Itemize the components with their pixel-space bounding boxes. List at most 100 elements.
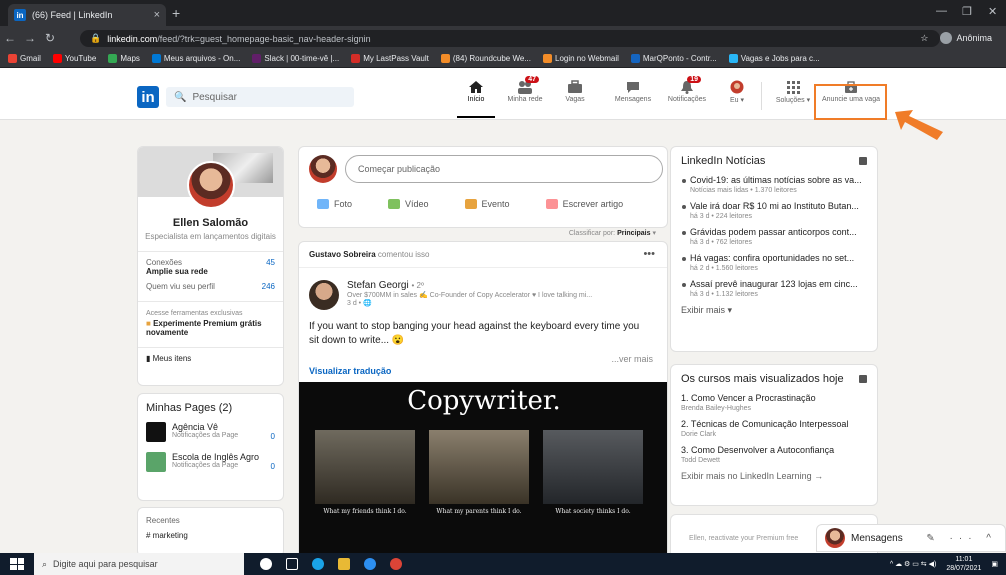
course-item[interactable]: 2. Técnicas de Comunicação Interpessoal D… xyxy=(681,419,867,438)
chrome-icon[interactable] xyxy=(390,558,402,570)
close-window-icon[interactable]: ✕ xyxy=(988,5,997,18)
bookmark-webmail[interactable]: Login no Webmail xyxy=(543,54,619,63)
search-input[interactable]: 🔍 Pesquisar xyxy=(166,87,354,107)
file-explorer-icon[interactable] xyxy=(338,558,350,570)
premium-promo[interactable]: Acesse ferramentas exclusivas ■ Experime… xyxy=(138,310,283,337)
star-icon[interactable]: ☆ xyxy=(920,33,928,44)
url-field[interactable]: 🔒 linkedin.com /feed/?trk=guest_homepage… xyxy=(80,30,940,47)
commenter-name[interactable]: Gustavo Sobreira xyxy=(309,250,376,259)
network-badge: 47 xyxy=(525,76,539,83)
linkedin-logo-icon[interactable]: in xyxy=(137,86,159,108)
my-items-link[interactable]: ▮ Meus itens xyxy=(138,348,283,369)
page-notification-count: 0 xyxy=(270,462,275,471)
settings-icon[interactable] xyxy=(364,558,376,570)
messaging-panel[interactable]: Mensagens ✎ ··· ^ xyxy=(816,524,1006,552)
write-article-button[interactable]: Escrever artigo xyxy=(545,199,623,209)
windows-start-icon[interactable] xyxy=(10,558,24,570)
taskbar-search-input[interactable]: ⌕ Digite aqui para pesquisar xyxy=(34,553,244,575)
bookmark-gmail[interactable]: Gmail xyxy=(8,54,41,63)
notifications-badge: 19 xyxy=(687,76,701,83)
reload-icon[interactable]: ↻ xyxy=(40,31,60,45)
linkedin-learning-link[interactable]: Exibir mais no LinkedIn Learning → xyxy=(681,471,867,481)
bookmark-youtube[interactable]: YouTube xyxy=(52,54,96,63)
taskbar-clock[interactable]: 11:01 28/07/2021 xyxy=(946,555,981,573)
forward-icon[interactable]: → xyxy=(20,31,40,45)
search-icon: 🔍 xyxy=(174,91,187,103)
bookmark-vagas[interactable]: Vagas e Jobs para c... xyxy=(728,54,820,63)
news-item[interactable]: Grávidas podem passar anticorpos cont...… xyxy=(681,227,867,246)
news-item[interactable]: Covid-19: as últimas notícias sobre as v… xyxy=(681,175,867,194)
profile-views-stat[interactable]: Quem viu seu perfil 246 xyxy=(138,282,283,291)
edge-icon[interactable] xyxy=(312,558,324,570)
page-notification-count: 0 xyxy=(270,432,275,441)
bookmark-roundcube[interactable]: (84) Roundcube We... xyxy=(440,54,531,63)
image-caption: What my friends think I do. xyxy=(323,508,407,515)
course-item[interactable]: 1. Como Vencer a Procrastinação Brenda Ba… xyxy=(681,393,867,412)
new-tab-icon[interactable]: + xyxy=(172,5,180,21)
author-name[interactable]: Stefan Georgi xyxy=(347,280,409,291)
nav-jobs[interactable]: Vagas xyxy=(550,80,600,103)
task-view-icon[interactable] xyxy=(286,558,298,570)
bookmark-marqponto[interactable]: MarQPonto - Contr... xyxy=(630,54,717,63)
compose-icon[interactable]: ✎ ··· ^ xyxy=(926,533,997,544)
avatar[interactable] xyxy=(187,161,235,209)
translate-link[interactable]: Visualizar tradução xyxy=(309,366,391,376)
commented-suffix: comentou isso xyxy=(377,250,430,259)
connections-stat[interactable]: Conexões Amplie sua rede 45 xyxy=(138,258,283,276)
avatar[interactable] xyxy=(309,155,337,183)
news-item[interactable]: Assaí prevê inaugurar 123 lojas em cinc.… xyxy=(681,279,867,298)
post-image[interactable]: Copywriter. What my friends think I do. … xyxy=(299,382,667,560)
start-post-button[interactable]: Começar publicação xyxy=(345,155,663,183)
bookmark-maps[interactable]: Maps xyxy=(108,54,140,63)
info-icon[interactable] xyxy=(859,157,867,165)
nav-messaging-label: Mensagens xyxy=(614,96,652,103)
more-options-icon[interactable]: ••• xyxy=(643,248,655,260)
video-button[interactable]: Vídeo xyxy=(388,199,429,209)
nav-my-network[interactable]: 47 Minha rede xyxy=(500,76,550,103)
profile-card: Ellen Salomão Especialista em lançamento… xyxy=(137,146,284,386)
cortana-icon[interactable] xyxy=(260,558,272,570)
recent-title: Recentes xyxy=(146,516,180,525)
feed-sort[interactable]: Classificar por: Principais ▾ xyxy=(298,229,668,237)
nav-home[interactable]: Início xyxy=(451,80,501,118)
nav-solutions-label: Soluções xyxy=(775,97,805,104)
connections-sub: Amplie sua rede xyxy=(146,267,208,276)
nav-notifications[interactable]: 19 Notificações xyxy=(662,76,712,103)
browser-profile[interactable]: ☆ Anônima xyxy=(920,32,992,44)
back-icon[interactable]: ← xyxy=(0,31,20,45)
clock-date: 28/07/2021 xyxy=(946,565,982,572)
page-sub: Notificações da Page xyxy=(172,462,239,469)
see-more-link[interactable]: ...ver mais xyxy=(611,354,653,364)
bookmark-lastpass[interactable]: My LastPass Vault xyxy=(351,54,429,63)
close-tab-icon[interactable]: × xyxy=(154,9,160,21)
nav-me[interactable]: Eu ▾ xyxy=(712,80,762,104)
show-more-news-button[interactable]: Exibir mais ▾ xyxy=(681,305,867,316)
globe-icon: 🌐 xyxy=(363,300,372,307)
bell-icon: 19 xyxy=(679,76,701,94)
page-item[interactable]: Agência Vê Notificações da Page 0 xyxy=(146,422,275,442)
browser-tab[interactable]: in (66) Feed | LinkedIn × xyxy=(8,4,166,26)
photo-button[interactable]: Foto xyxy=(317,199,352,209)
nav-home-label: Início xyxy=(467,96,485,103)
system-tray-icons[interactable]: ^ ☁ ⚙ ▭ ⇆ ◀) xyxy=(890,560,936,568)
profile-label: Anônima xyxy=(956,33,992,43)
news-item[interactable]: Vale irá doar R$ 10 mi ao Instituto Buta… xyxy=(681,201,867,220)
post-author[interactable]: Stefan Georgi • 2º Over $700MM in sales … xyxy=(309,280,637,310)
nav-solutions[interactable]: Soluções ▾ xyxy=(768,80,818,104)
bookmark-onedrive[interactable]: Meus arquivos - On... xyxy=(151,54,240,63)
avatar xyxy=(729,80,745,94)
notification-center-icon[interactable]: ▣ xyxy=(991,560,998,568)
course-item[interactable]: 3. Como Desenvolver a Autoconfiança Todd … xyxy=(681,445,867,464)
minimize-icon[interactable]: — xyxy=(936,5,947,17)
profile-views-count: 246 xyxy=(261,282,275,291)
recent-item[interactable]: # marketing xyxy=(146,531,275,540)
nav-messaging[interactable]: Mensagens xyxy=(608,80,658,103)
event-button[interactable]: Evento xyxy=(464,199,510,209)
news-item[interactable]: Há vagas: confira oportunidades no set..… xyxy=(681,253,867,272)
profile-name[interactable]: Ellen Salomão xyxy=(138,217,283,229)
maximize-icon[interactable]: ❐ xyxy=(962,5,972,18)
page-item[interactable]: Escola de Inglês Agro Notificações da Pag… xyxy=(146,452,275,472)
sort-value: Principais xyxy=(617,230,651,237)
avatar[interactable] xyxy=(309,280,339,310)
bookmark-slack[interactable]: Slack | 00-time-vê |... xyxy=(252,54,339,63)
